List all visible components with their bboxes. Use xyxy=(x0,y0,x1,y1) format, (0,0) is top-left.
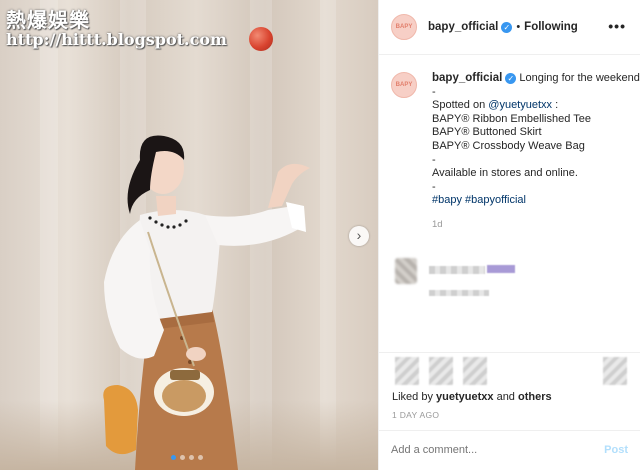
caption-dash: - xyxy=(432,153,436,166)
carousel-dot-active xyxy=(171,455,176,460)
share-icon[interactable] xyxy=(463,357,487,385)
chevron-right-icon: › xyxy=(356,227,362,243)
caption-item: BAPY® Buttoned Skirt xyxy=(432,126,542,139)
save-icon[interactable] xyxy=(603,357,627,385)
verified-badge-icon: ✓ xyxy=(505,73,517,84)
post-date[interactable]: 1 DAY AGO xyxy=(392,410,439,420)
carousel-dot xyxy=(180,455,185,460)
blurred-comment-text xyxy=(487,265,515,273)
separator-dot: • xyxy=(516,21,521,33)
caption-avatar[interactable]: BAPY xyxy=(391,72,417,98)
caption-item: BAPY® Crossbody Weave Bag xyxy=(432,139,585,152)
carousel-next-button[interactable]: › xyxy=(349,226,369,246)
carousel-dots xyxy=(171,455,203,460)
carousel-dot xyxy=(189,455,194,460)
blurred-comment-meta xyxy=(429,290,489,296)
likes-prefix: Liked by xyxy=(392,391,437,403)
likes-summary: Liked by yuetyuetxx and others xyxy=(392,391,552,403)
following-button[interactable]: Following xyxy=(524,21,578,33)
post-photo[interactable]: 熱爆娛樂 http://hittt.blogspot.com › xyxy=(0,0,378,470)
blurred-comment-avatar xyxy=(395,258,417,284)
blurred-comment-username xyxy=(429,266,485,274)
mention-link[interactable]: @yuetyuetxx xyxy=(488,99,552,111)
caption-spotted-line: Spotted on @yuetyuetxx : xyxy=(432,99,640,113)
caption-dash: - xyxy=(432,180,436,193)
caption: BAPY bapy_official ✓ Longing for the week… xyxy=(391,72,640,232)
caption-username-link[interactable]: bapy_official xyxy=(432,72,502,84)
divider xyxy=(379,352,640,353)
header-username-link[interactable]: bapy_official xyxy=(428,21,498,33)
liked-by-user-link[interactable]: yuetyuetxx xyxy=(436,391,493,403)
hashtag-link[interactable]: #bapyofficial xyxy=(465,194,526,206)
caption-dash: - xyxy=(432,85,436,98)
watermark-url: http://hittt.blogspot.com xyxy=(6,30,227,49)
caption-text: Longing for the weekend like... xyxy=(519,72,640,84)
comment-form: Post xyxy=(379,430,640,470)
caption-availability: Available in stores and online. xyxy=(432,167,578,180)
action-bar xyxy=(395,357,627,385)
like-icon[interactable] xyxy=(395,357,419,385)
model-figure xyxy=(103,135,310,470)
post-side-panel: BAPY bapy_official ✓ • Following ••• BAP… xyxy=(378,0,640,470)
post-header: BAPY bapy_official ✓ • Following ••• xyxy=(379,0,640,55)
caption-item: BAPY® Ribbon Embellished Tee xyxy=(432,112,591,125)
caption-spotted-suffix: : xyxy=(552,99,559,112)
caption-age[interactable]: 1d xyxy=(432,218,640,232)
likes-others-link[interactable]: others xyxy=(518,391,552,403)
likes-middle: and xyxy=(493,391,518,403)
carousel-dot xyxy=(198,455,203,460)
post-comment-button[interactable]: Post xyxy=(604,444,628,456)
more-options-icon[interactable]: ••• xyxy=(608,18,626,34)
caption-first-line: bapy_official✓ Longing for the weekend l… xyxy=(432,72,640,86)
comment-icon[interactable] xyxy=(429,357,453,385)
watermark-site-name: 熱爆娛樂 xyxy=(6,8,90,32)
verified-badge-icon: ✓ xyxy=(501,21,513,33)
caption-hashtags: #bapy #bapyofficial xyxy=(432,194,640,208)
caption-spotted-prefix: Spotted on xyxy=(432,99,489,112)
comment-input[interactable] xyxy=(391,444,581,456)
avatar[interactable]: BAPY xyxy=(391,14,417,40)
hashtag-link[interactable]: #bapy xyxy=(432,194,462,206)
caption-body: bapy_official✓ Longing for the weekend l… xyxy=(432,72,640,232)
